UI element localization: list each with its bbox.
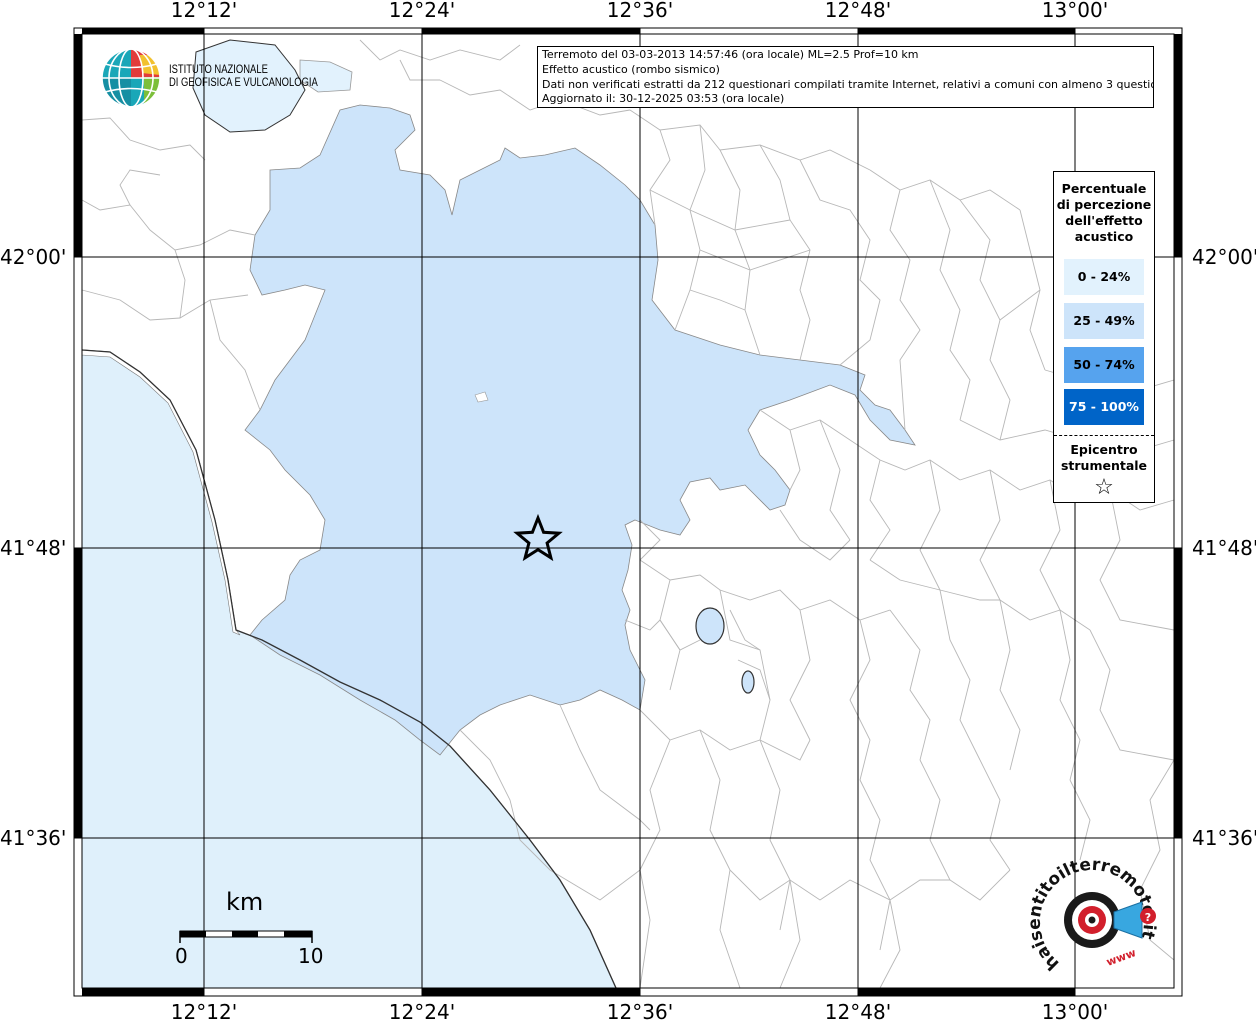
legend-class-75-100: 75 - 100% [1064,389,1144,425]
lat-tick-left: 41°48' [0,536,67,560]
event-data-note: Dati non verificati estratti da 212 ques… [542,77,1154,91]
legend-class-0-24: 0 - 24% [1064,259,1144,295]
event-effect: Effetto acustico (rombo sismico) [542,62,720,76]
lon-tick-bottom: 12°12' [170,1000,238,1024]
lon-tick-bottom: 12°48' [824,1000,892,1024]
ingv-globe-logo [101,48,161,108]
scale-unit: km [226,888,264,916]
lon-tick-top: 13°00' [1041,0,1109,22]
lon-tick-top: 12°36' [606,0,674,22]
event-updated: Aggiornato il: 30-12-2025 03:53 (ora loc… [542,92,785,106]
lat-tick-right: 41°48' [1192,536,1256,560]
legend-class-50-74: 50 - 74% [1064,347,1144,383]
event-info-box: Terremoto del 03-03-2013 14:57:46 (ora l… [537,46,1154,108]
legend-star-icon: ☆ [1094,475,1114,500]
scale-bar: km 0 10 [170,888,330,978]
lat-tick-right: 42°00' [1192,245,1256,269]
lat-tick-left: 41°36' [0,826,67,850]
ingv-logo-line2: DI GEOFISICA E VULCANOLOGIA [169,77,318,89]
legend-class-25-49: 25 - 49% [1064,303,1144,339]
lat-tick-right: 41°36' [1192,826,1256,850]
legend: Percentuale di percezione dell'effetto a… [1053,171,1155,503]
lon-tick-bottom: 12°36' [606,1000,674,1024]
haisentito-logo-url: www [1105,946,1138,969]
ingv-logo-line1: ISTITUTO NAZIONALE [169,64,268,76]
lon-tick-bottom: 12°24' [388,1000,456,1024]
legend-epicentre-label: Epicentro strumentale [1060,442,1148,473]
lon-tick-top: 12°24' [388,0,456,22]
scale-end: 10 [298,944,324,968]
svg-text:?: ? [1145,911,1151,924]
ingv-logo-text: ISTITUTO NAZIONALE DI GEOFISICA E VULCAN… [169,64,318,90]
lon-tick-bottom: 13°00' [1041,1000,1109,1024]
lat-tick-left: 42°00' [0,245,67,269]
lake-albano [695,607,725,645]
lon-tick-top: 12°48' [824,0,892,22]
haisentito-logo: haisentitoilterremoto.it ? www [1030,858,1159,974]
scale-bar-graphic [179,930,313,943]
lake-nemi [741,670,755,694]
scale-start: 0 [175,944,188,968]
legend-separator [1054,435,1154,436]
event-title: Terremoto del 03-03-2013 14:57:46 (ora l… [542,48,919,61]
lon-tick-top: 12°12' [170,0,238,22]
legend-title: Percentuale di percezione dell'effetto a… [1056,181,1152,244]
